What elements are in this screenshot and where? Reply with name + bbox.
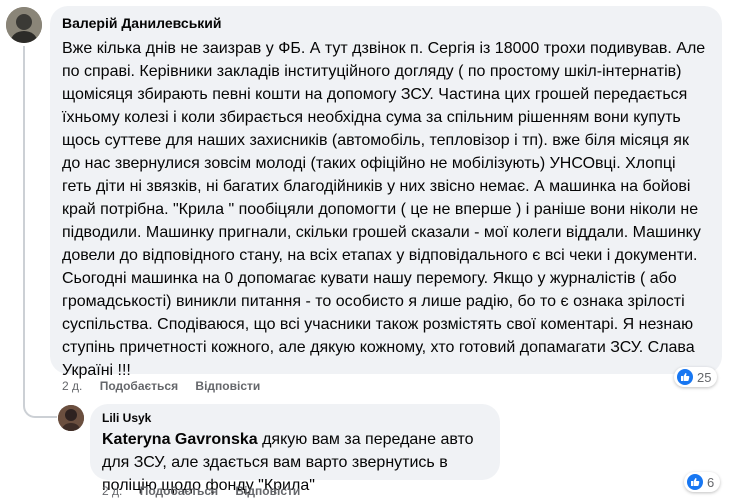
reaction-count[interactable]: 25 (674, 367, 718, 387)
profile-photo-icon (6, 7, 42, 43)
comment-actions: 2 д. Подобається Відповісти (62, 379, 274, 393)
reply-bubble: Lili Usyk Kateryna Gavronska дякую вам з… (90, 404, 500, 494)
comment-time[interactable]: 2 д. (62, 379, 82, 393)
reply-actions: 2 д. Подобається Відповісти (102, 484, 314, 498)
like-button[interactable]: Подобається (100, 379, 178, 393)
avatar[interactable] (6, 7, 42, 43)
comment-bubble: Валерій Данилевський Вже кілька днів не … (50, 6, 722, 379)
comment-text: Вже кілька днів не заизрав у ФБ. А тут д… (62, 40, 706, 379)
comment-author[interactable]: Валерій Данилевський (62, 15, 222, 31)
reaction-number: 6 (707, 474, 715, 490)
reply-author[interactable]: Lili Usyk (102, 411, 151, 425)
reply-avatar[interactable] (58, 405, 84, 431)
reply-button[interactable]: Відповісти (195, 379, 260, 393)
mention-link[interactable]: Kateryna Gavronska (102, 431, 258, 448)
reply-reply-button[interactable]: Відповісти (235, 484, 300, 498)
profile-photo-icon (58, 405, 84, 431)
reply-like-button[interactable]: Подобається (140, 484, 218, 498)
reaction-number: 25 (697, 369, 712, 385)
like-icon (677, 369, 693, 385)
like-icon (687, 474, 703, 490)
reply-time[interactable]: 2 д. (102, 484, 122, 498)
reply-reaction-count[interactable]: 6 (684, 472, 721, 492)
